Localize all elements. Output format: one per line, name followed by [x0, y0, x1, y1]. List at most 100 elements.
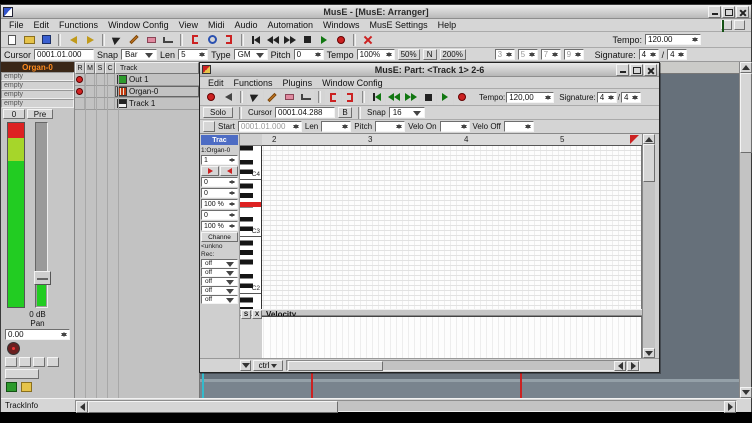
strip-empty-slot[interactable]: empty	[1, 90, 74, 99]
scroll-left-icon[interactable]	[76, 401, 88, 413]
step-record-icon[interactable]	[203, 90, 219, 105]
menu-functions[interactable]: Functions	[54, 20, 103, 30]
pianoroll-sig-num-spinbox[interactable]: 4	[597, 92, 617, 103]
velocity-spinbox[interactable]: 0	[201, 210, 238, 220]
pointer-tool-icon[interactable]	[247, 90, 263, 105]
record-icon[interactable]	[333, 32, 349, 47]
input-filter-combo-3[interactable]: off	[201, 277, 238, 286]
tempo-double-button[interactable]: 200%	[440, 49, 466, 60]
scroll-up-icon[interactable]	[643, 134, 655, 144]
ctrl-lane-button[interactable]: ctrl	[253, 360, 283, 371]
track-row[interactable]: Track 1	[75, 98, 199, 110]
scroll-left-icon[interactable]	[614, 361, 626, 371]
menu-window-config[interactable]: Window Config	[103, 20, 174, 30]
punch-in-icon[interactable]	[325, 90, 341, 105]
input-filter-combo-4[interactable]: off	[201, 286, 238, 295]
pre-fader-button[interactable]: Pre	[27, 109, 53, 119]
pianoroll-maximize-button[interactable]	[630, 64, 643, 76]
pianoroll-vertical-scrollbar[interactable]	[642, 134, 655, 358]
scrollbar-thumb[interactable]	[643, 144, 655, 182]
pencil-tool-icon[interactable]	[126, 32, 142, 47]
titlebar[interactable]: MusE - [MusE: Arranger]	[1, 5, 751, 19]
note-canvas[interactable]	[262, 146, 642, 309]
transpose-spinbox[interactable]: 0	[201, 177, 238, 187]
lane-splitter[interactable]	[240, 309, 642, 316]
signature-numerator-spinbox[interactable]: 4	[639, 49, 659, 60]
channel-button[interactable]: Channe	[201, 232, 238, 242]
controller-x-button[interactable]: X	[252, 310, 262, 319]
pianoroll-menu-functions[interactable]: Functions	[229, 78, 278, 88]
strip-empty-slot[interactable]: empty	[1, 99, 74, 108]
pencil-tool-icon[interactable]	[264, 90, 280, 105]
scroll-down-icon[interactable]	[740, 387, 752, 398]
track-row[interactable]: Organ-0	[75, 86, 199, 98]
piano-keyboard[interactable]: C4 C3 C2	[240, 146, 262, 309]
new-file-icon[interactable]	[4, 32, 20, 47]
scroll-up-icon[interactable]	[740, 62, 752, 73]
mini-spinbox-3[interactable]: 7	[541, 49, 561, 60]
pianoroll-ruler[interactable]: 2 3 4 5	[262, 134, 642, 146]
pianoroll-snap-combo[interactable]: 16	[389, 107, 425, 118]
strip-small-button-2[interactable]	[19, 357, 31, 367]
power-button[interactable]	[7, 342, 20, 355]
maximize-button[interactable]	[722, 6, 735, 18]
pianoroll-menu-window-config[interactable]: Window Config	[317, 78, 388, 88]
signature-denominator-spinbox[interactable]: 4	[667, 49, 687, 60]
forward-icon[interactable]	[403, 90, 419, 105]
context-help-icon[interactable]	[721, 20, 732, 30]
strip-small-button-4[interactable]	[47, 357, 59, 367]
open-file-icon[interactable]	[21, 32, 37, 47]
record-arm-icon[interactable]	[76, 76, 83, 83]
type-combo[interactable]: GM	[234, 49, 268, 60]
punch-out-icon[interactable]	[221, 32, 237, 47]
input-filter-combo-5[interactable]: off	[201, 295, 238, 304]
event-len-spinbox[interactable]	[321, 121, 351, 132]
pan-spinbox[interactable]: 0.00	[5, 329, 70, 340]
rewind-start-icon[interactable]	[248, 32, 264, 47]
scroll-right-icon[interactable]	[724, 401, 736, 413]
arranger-vertical-scrollbar[interactable]	[739, 62, 751, 398]
loop-icon[interactable]	[204, 32, 220, 47]
pianoroll-titlebar[interactable]: MusE: Part: <Track 1> 2-6	[200, 63, 659, 77]
scrollbar-thumb[interactable]	[88, 401, 338, 413]
strip-small-button-1[interactable]	[5, 357, 17, 367]
toolbar-handle-icon[interactable]	[734, 20, 745, 30]
mute-cell[interactable]	[85, 98, 95, 109]
input-filter-combo-1[interactable]: off	[201, 259, 238, 268]
input-filter-combo-2[interactable]: off	[201, 268, 238, 277]
velo-off-spinbox[interactable]	[504, 121, 534, 132]
save-file-icon[interactable]	[38, 32, 54, 47]
program-spinbox[interactable]: 1	[201, 155, 238, 165]
rewind-icon[interactable]	[265, 32, 281, 47]
rewind-start-icon[interactable]	[369, 90, 385, 105]
mute-cell[interactable]	[85, 86, 95, 97]
minimize-button[interactable]	[708, 6, 721, 18]
tempo-spinbox[interactable]: 120.00	[645, 34, 701, 45]
menu-file[interactable]: File	[4, 20, 29, 30]
arranger-horizontal-scrollbar[interactable]	[75, 400, 737, 412]
scroll-down-icon[interactable]	[643, 348, 655, 358]
output-routing-icon[interactable]	[21, 382, 32, 392]
midi-thru-out-icon[interactable]	[220, 166, 238, 176]
fader-handle[interactable]	[34, 271, 51, 285]
scrollbar-thumb[interactable]	[288, 361, 383, 371]
beat-toggle-button[interactable]: B	[338, 107, 352, 118]
record-arm-icon[interactable]	[76, 88, 83, 95]
automation-mode-button[interactable]	[5, 369, 39, 379]
start-spinbox[interactable]: 0001.01.000	[238, 121, 302, 132]
menu-edit[interactable]: Edit	[29, 20, 55, 30]
speaker-icon[interactable]	[220, 90, 236, 105]
redo-icon[interactable]	[82, 32, 98, 47]
menu-automation[interactable]: Automation	[263, 20, 319, 30]
ctrl-collapse-icon[interactable]	[240, 360, 251, 371]
compression-spinbox[interactable]: 100 %	[201, 221, 238, 231]
strip-empty-slot[interactable]: empty	[1, 81, 74, 90]
punch-out-icon[interactable]	[342, 90, 358, 105]
pianoroll-close-button[interactable]	[644, 64, 657, 76]
menu-view[interactable]: View	[174, 20, 203, 30]
tempo-normal-button[interactable]: N	[423, 49, 437, 60]
pianoroll-minimize-button[interactable]	[616, 64, 629, 76]
close-button[interactable]	[736, 6, 749, 18]
eraser-tool-icon[interactable]	[143, 32, 159, 47]
strip-zero-button[interactable]: 0	[3, 109, 25, 119]
